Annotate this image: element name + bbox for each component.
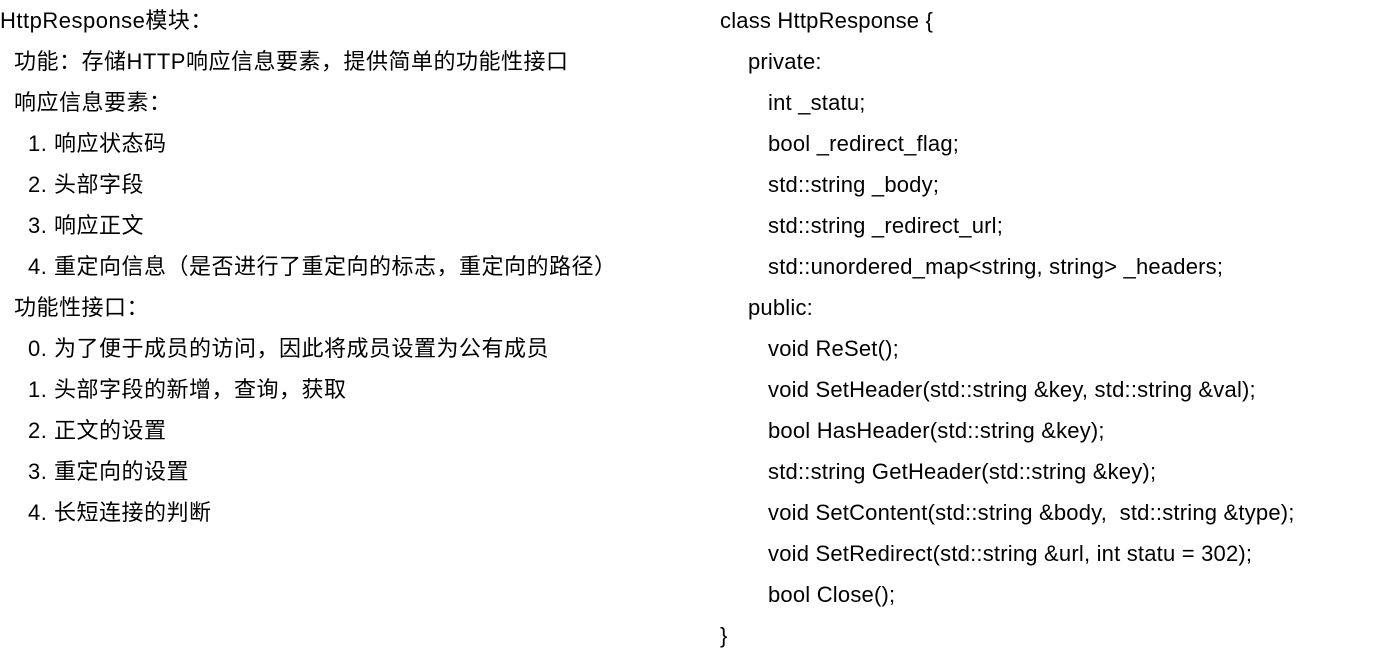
module-feature: 功能：存储HTTP响应信息要素，提供简单的功能性接口 bbox=[0, 41, 708, 82]
module-title: HttpResponse模块： bbox=[0, 0, 708, 41]
private-member: std::string _redirect_url; bbox=[720, 205, 1397, 246]
interface-item: 0. 为了便于成员的访问，因此将成员设置为公有成员 bbox=[0, 328, 708, 369]
element-item: 2. 头部字段 bbox=[0, 164, 708, 205]
private-member: bool _redirect_flag; bbox=[720, 123, 1397, 164]
public-method: bool Close(); bbox=[720, 574, 1397, 615]
right-column: class HttpResponse { private: int _statu… bbox=[720, 0, 1397, 646]
left-column: HttpResponse模块： 功能：存储HTTP响应信息要素，提供简单的功能性… bbox=[0, 0, 720, 646]
public-method: void SetRedirect(std::string &url, int s… bbox=[720, 533, 1397, 574]
elements-header: 响应信息要素： bbox=[0, 82, 708, 123]
element-item: 1. 响应状态码 bbox=[0, 123, 708, 164]
public-method: std::string GetHeader(std::string &key); bbox=[720, 451, 1397, 492]
interface-item: 1. 头部字段的新增，查询，获取 bbox=[0, 369, 708, 410]
class-close: } bbox=[720, 615, 1397, 656]
interface-item: 4. 长短连接的判断 bbox=[0, 492, 708, 533]
interface-item: 2. 正文的设置 bbox=[0, 410, 708, 451]
private-member: int _statu; bbox=[720, 82, 1397, 123]
interfaces-header: 功能性接口： bbox=[0, 287, 708, 328]
interface-item: 3. 重定向的设置 bbox=[0, 451, 708, 492]
public-method: void SetHeader(std::string &key, std::st… bbox=[720, 369, 1397, 410]
class-declaration: class HttpResponse { bbox=[720, 0, 1397, 41]
public-method: bool HasHeader(std::string &key); bbox=[720, 410, 1397, 451]
public-label: public: bbox=[720, 287, 1397, 328]
private-member: std::unordered_map<string, string> _head… bbox=[720, 246, 1397, 287]
element-item: 4. 重定向信息（是否进行了重定向的标志，重定向的路径） bbox=[0, 246, 708, 287]
private-member: std::string _body; bbox=[720, 164, 1397, 205]
public-method: void SetContent(std::string &body, std::… bbox=[720, 492, 1397, 533]
public-method: void ReSet(); bbox=[720, 328, 1397, 369]
private-label: private: bbox=[720, 41, 1397, 82]
element-item: 3. 响应正文 bbox=[0, 205, 708, 246]
